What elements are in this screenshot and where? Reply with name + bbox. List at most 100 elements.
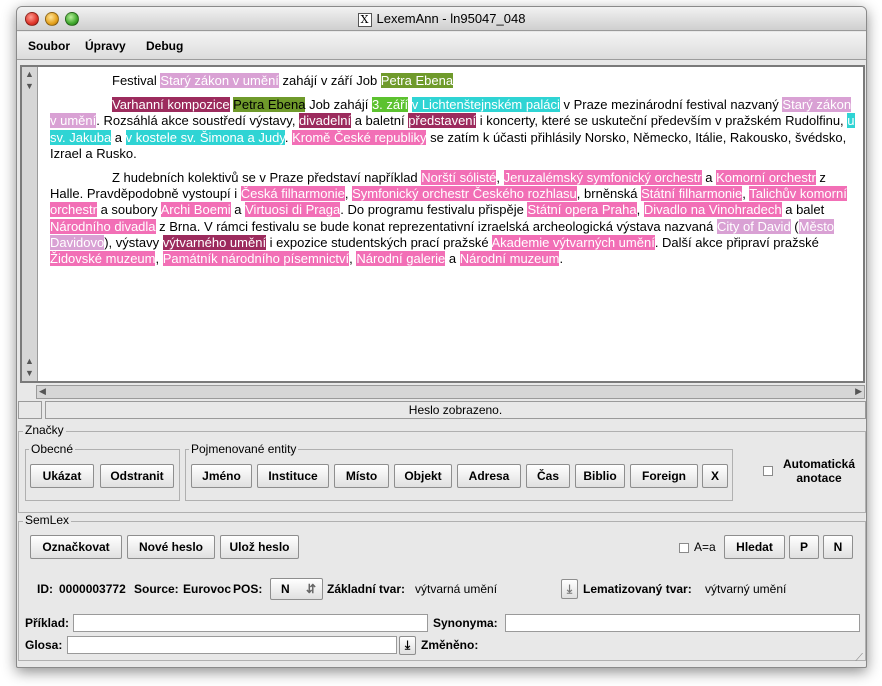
entity-annotation[interactable]: v Lichtenštejnském paláci — [411, 97, 560, 113]
entity-cas-button[interactable]: Čas — [526, 464, 570, 488]
entity-misto-button[interactable]: Místo — [334, 464, 389, 488]
source-value: Eurovoc — [183, 582, 232, 596]
entity-annotation[interactable]: divadelní — [299, 113, 352, 129]
entities-title: Pojmenované entity — [189, 442, 299, 456]
id-label: ID: — [37, 582, 53, 596]
entity-foreign-button[interactable]: Foreign — [630, 464, 698, 488]
auto-annotation-checkbox[interactable] — [763, 466, 773, 476]
menu-upravy[interactable]: Úpravy — [85, 39, 126, 53]
semlex-title: SemLex — [23, 513, 72, 527]
scroll-down-arrow-bottom-icon[interactable]: ▼ — [24, 368, 35, 379]
plain-text: v Praze mezinárodní festival nazvaný — [559, 97, 783, 113]
entity-objekt-button[interactable]: Objekt — [394, 464, 452, 488]
status-indicator — [18, 401, 42, 419]
lemma-label: Lematizovaný tvar: — [583, 582, 692, 596]
zoom-window-button[interactable] — [65, 12, 79, 26]
plain-text: zahájí v září Job — [278, 73, 381, 88]
entity-clear-button[interactable]: X — [702, 464, 728, 488]
base-form-value: výtvarná umění — [415, 582, 498, 596]
save-entry-button[interactable]: Ulož heslo — [220, 535, 299, 559]
entity-annotation[interactable]: Kromě České republiky — [292, 129, 427, 145]
gloss-field[interactable] — [67, 636, 397, 654]
document-editor[interactable]: ▲ ▼ ▲ ▼ Festival Starý zákon v umění zah… — [20, 65, 865, 383]
base-form-label: Základní tvar: — [327, 582, 406, 596]
document-text[interactable]: Festival Starý zákon v umění zahájí v zá… — [50, 73, 858, 275]
horizontal-scrollbar[interactable]: ◀ ▶ — [36, 385, 865, 399]
example-field[interactable] — [73, 614, 428, 632]
plain-text: a — [230, 202, 246, 218]
scroll-right-arrow-icon[interactable]: ▶ — [855, 386, 862, 397]
znacky-title: Značky — [23, 423, 66, 437]
menu-soubor[interactable]: Soubor — [28, 39, 70, 53]
entity-annotation[interactable]: Petra Ebena — [380, 73, 454, 88]
plain-text: Job zahájí — [305, 97, 372, 113]
search-button[interactable]: Hledat — [724, 535, 785, 559]
entity-annotation[interactable]: Virtuosi di Praga — [245, 202, 341, 218]
pos-select[interactable]: N ⇵ — [270, 578, 323, 600]
gloss-label: Glosa: — [25, 638, 63, 652]
select-arrow-icon: ⇵ — [305, 582, 316, 596]
entity-annotation[interactable]: Národní galerie — [356, 251, 446, 267]
case-insensitive-label: A=a — [694, 540, 716, 554]
entity-annotation[interactable]: Česká filharmonie — [240, 186, 345, 202]
entity-annotation[interactable]: Komorní orchestr — [716, 170, 816, 186]
entity-annotation[interactable]: výtvarného umění — [162, 234, 267, 250]
app-window: X LexemAnn - ln95047_048 Soubor Úpravy De… — [16, 6, 867, 668]
entity-annotation[interactable]: 3. září — [371, 97, 409, 113]
entity-instituce-button[interactable]: Instituce — [257, 464, 329, 488]
show-button[interactable]: Ukázat — [30, 464, 94, 488]
entity-biblio-button[interactable]: Biblio — [575, 464, 625, 488]
plain-text: a — [445, 251, 460, 267]
entity-annotation[interactable]: City of David — [716, 218, 791, 234]
entity-annotation[interactable]: Norští sólisté — [421, 170, 497, 186]
close-window-button[interactable] — [25, 12, 39, 26]
entity-jmeno-button[interactable]: Jméno — [191, 464, 252, 488]
new-entry-button[interactable]: Nové heslo — [127, 535, 215, 559]
entity-annotation[interactable]: Starý zákon v umění — [160, 73, 279, 88]
resize-grip-icon[interactable]: ⟋ — [855, 652, 863, 665]
menu-debug[interactable]: Debug — [146, 39, 183, 53]
id-value: 0000003772 — [59, 582, 126, 596]
entity-adresa-button[interactable]: Adresa — [457, 464, 521, 488]
scroll-left-arrow-icon[interactable]: ◀ — [39, 386, 46, 397]
plain-text: , — [496, 170, 504, 186]
gloss-download-icon[interactable]: ⤓ — [399, 636, 416, 655]
scroll-up-arrow-icon[interactable]: ▲ — [24, 69, 35, 80]
previous-button[interactable]: P — [789, 535, 819, 559]
mark-button[interactable]: Označkovat — [30, 535, 122, 559]
plain-text: i koncerty, které se uskuteční především… — [476, 113, 848, 129]
scroll-down-arrow-icon[interactable]: ▼ — [24, 81, 35, 92]
entity-annotation[interactable]: Národního divadla — [50, 218, 156, 234]
entity-annotation[interactable]: Národní muzeum — [459, 251, 560, 267]
download-icon[interactable]: ⤓ — [561, 579, 578, 599]
scroll-up-arrow-bottom-icon[interactable]: ▲ — [24, 356, 35, 367]
synonyms-field[interactable] — [505, 614, 860, 632]
plain-text: a balet — [781, 202, 825, 218]
entity-annotation[interactable]: Symfonický orchestr Českého rozhlasu — [352, 186, 577, 202]
remove-button[interactable]: Odstranit — [100, 464, 174, 488]
entity-annotation[interactable]: Státní opera Praha — [527, 202, 637, 218]
case-insensitive-checkbox[interactable] — [679, 543, 689, 553]
entity-annotation[interactable]: Památník národního písemnictví — [162, 251, 350, 267]
vertical-scrollbar[interactable]: ▲ ▼ ▲ ▼ — [22, 67, 38, 381]
entity-annotation[interactable]: Varhanní kompozice — [112, 97, 230, 113]
next-button[interactable]: N — [823, 535, 853, 559]
plain-text: a — [701, 170, 717, 186]
changed-label: Změněno: — [421, 638, 479, 652]
entity-annotation[interactable]: Akademie výtvarných umění — [491, 234, 655, 250]
entity-annotation[interactable]: Židovské muzeum — [50, 251, 156, 267]
entity-annotation[interactable]: představení — [408, 113, 477, 129]
entity-annotation[interactable]: Divadlo na Vinohradech — [643, 202, 782, 218]
entity-annotation[interactable]: v kostele sv. Šimona a Judy — [125, 129, 285, 145]
entity-annotation[interactable]: Archi Boemi — [160, 202, 231, 218]
plain-text: . Do programu festivalu přispěje — [340, 202, 528, 218]
lemma-value: výtvarný umění — [705, 582, 787, 596]
example-label: Příklad: — [25, 616, 70, 630]
entity-annotation[interactable]: Petra Ebena — [233, 97, 306, 113]
entity-annotation[interactable]: Státní filharmonie — [641, 186, 743, 202]
minimize-window-button[interactable] — [45, 12, 59, 26]
entity-annotation[interactable]: Jeruzalémský symfonický orchestr — [503, 170, 702, 186]
window-title: LexemAnn - ln95047_048 — [376, 11, 526, 26]
plain-text: i expozice studentských prací pražské — [266, 234, 492, 250]
plain-text: . Další akce připraví pražské — [654, 234, 819, 250]
